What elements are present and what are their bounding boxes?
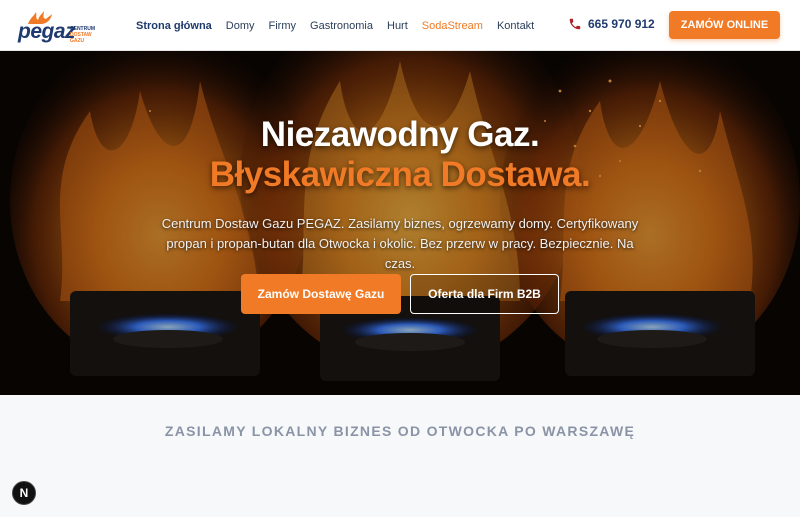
hero-description: Centrum Dostaw Gazu PEGAZ. Zasilamy bizn… bbox=[161, 216, 639, 271]
nav-item-firmy[interactable]: Firmy bbox=[269, 20, 297, 32]
dev-tools-badge[interactable]: N bbox=[12, 481, 36, 505]
b2b-offer-button[interactable]: Oferta dla Firm B2B bbox=[410, 274, 559, 314]
pegaz-logo[interactable]: pegaz CENTRUM DOSTAW GAZU bbox=[18, 10, 95, 44]
phone-icon bbox=[569, 18, 581, 30]
order-online-button[interactable]: ZAMÓW ONLINE bbox=[669, 11, 780, 39]
phone-link[interactable]: 665 970 912 bbox=[568, 17, 655, 31]
nav-item-kontakt[interactable]: Kontakt bbox=[497, 20, 534, 32]
local-business-section: ZASILAMY LOKALNY BIZNES OD OTWOCKA PO WA… bbox=[0, 395, 800, 517]
hero-title-line1: Niezawodny Gaz. bbox=[260, 115, 540, 154]
hero-section: Niezawodny Gaz. Błyskawiczna Dostawa. Ce… bbox=[0, 51, 800, 395]
top-navbar: pegaz CENTRUM DOSTAW GAZU Strona główna … bbox=[0, 0, 800, 51]
nav-item-gastronomia[interactable]: Gastronomia bbox=[310, 20, 373, 32]
logo-wordmark: pegaz bbox=[18, 20, 76, 43]
hero-title-line2: Błyskawiczna Dostawa. bbox=[209, 155, 591, 194]
nav-item-hurt[interactable]: Hurt bbox=[387, 20, 408, 32]
section-title: ZASILAMY LOKALNY BIZNES OD OTWOCKA PO WA… bbox=[164, 423, 636, 439]
order-gas-delivery-button[interactable]: Zamów Dostawę Gazu bbox=[241, 274, 401, 314]
phone-number: 665 970 912 bbox=[588, 17, 655, 31]
nav-item-domy[interactable]: Domy bbox=[226, 20, 255, 32]
nav-item-sodastream[interactable]: SodaStream bbox=[422, 20, 483, 32]
nav-item-home[interactable]: Strona główna bbox=[136, 20, 212, 32]
logo-subtitle: CENTRUM DOSTAW GAZU bbox=[70, 26, 100, 44]
main-menu: Strona główna Domy Firmy Gastronomia Hur… bbox=[136, 0, 548, 51]
logo-subtitle-2: DOSTAW GAZU bbox=[70, 32, 92, 44]
